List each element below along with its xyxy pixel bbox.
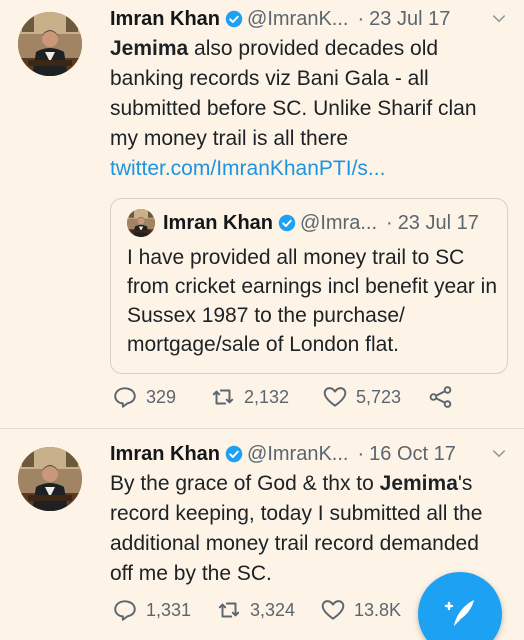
author-name[interactable]: Imran Khan: [110, 8, 220, 31]
like-count: 5,723: [356, 386, 402, 407]
tweet-text: Jemima also provided decades old banking…: [110, 34, 500, 184]
like-button[interactable]: 13.8K: [320, 597, 401, 623]
reply-count: 329: [146, 386, 177, 407]
author-name[interactable]: Imran Khan: [110, 443, 220, 466]
quoted-avatar-image: [127, 209, 155, 237]
verified-badge-icon: [278, 214, 296, 232]
mention-bold: Jemima: [379, 472, 458, 495]
reply-count: 1,331: [146, 599, 192, 620]
quoted-avatar: [127, 209, 155, 237]
mention-bold: Jemima: [110, 37, 189, 60]
quoted-tweet-text: I have provided all money trail to SC fr…: [127, 246, 497, 356]
separator-dot: ·: [357, 7, 365, 30]
tweet-header: Imran Khan @ImranK... · 16 Oct 17: [110, 441, 508, 467]
reply-button[interactable]: 1,331: [112, 597, 216, 623]
tweet-content: Imran Khan @ImranK... · 16 Oct 17 By the…: [110, 441, 508, 589]
heart-icon: [323, 387, 347, 407]
avatar-image: [18, 447, 82, 511]
quoted-tweet-header: Imran Khan @Imra... · 23 Jul 17: [127, 209, 479, 237]
avatar[interactable]: [18, 447, 82, 511]
share-button[interactable]: [428, 384, 462, 410]
quoted-tweet-date: 23 Jul 17: [397, 211, 479, 234]
verified-badge-icon: [225, 445, 243, 463]
tweet-date[interactable]: 16 Oct 17: [369, 443, 456, 466]
tweet-link[interactable]: twitter.com/ImranKhanPTI/s...: [110, 157, 385, 180]
author-handle[interactable]: @ImranK...: [247, 8, 348, 31]
avatar-image: [18, 12, 82, 76]
retweet-icon: [218, 602, 240, 618]
reply-button[interactable]: 329: [112, 384, 210, 410]
verified-badge-icon: [225, 10, 243, 28]
reply-icon: [114, 387, 136, 408]
compose-tweet-icon: [444, 600, 474, 626]
retweet-count: 2,132: [244, 386, 290, 407]
tweet-actions: 329 2,132 5,723: [112, 384, 462, 410]
retweet-button[interactable]: 3,324: [216, 597, 320, 623]
tweet-actions: 1,331 3,324 13.8K: [112, 597, 401, 623]
retweet-icon: [212, 389, 234, 405]
like-count: 13.8K: [354, 599, 402, 620]
retweet-count: 3,324: [250, 599, 296, 620]
quoted-tweet[interactable]: Imran Khan @Imra... · 23 Jul 17 I have p…: [110, 198, 508, 374]
chevron-down-icon[interactable]: [490, 10, 508, 28]
retweet-button[interactable]: 2,132: [210, 384, 322, 410]
like-button[interactable]: 5,723: [322, 384, 428, 410]
avatar[interactable]: [18, 12, 82, 76]
tweet-header: Imran Khan @ImranK... · 23 Jul 17: [110, 6, 508, 32]
heart-icon: [321, 600, 345, 620]
tweet-date[interactable]: 23 Jul 17: [369, 8, 450, 31]
reply-icon: [114, 600, 136, 621]
chevron-down-icon[interactable]: [490, 445, 508, 463]
quoted-author-name: Imran Khan: [163, 211, 274, 234]
separator-dot: ·: [386, 211, 393, 234]
author-handle[interactable]: @ImranK...: [247, 443, 348, 466]
tweet-text-start: By the grace of God & thx to: [110, 472, 380, 495]
separator-dot: ·: [357, 442, 365, 465]
tweet-1[interactable]: Imran Khan @ImranK... · 23 Jul 17 Jemima…: [0, 0, 524, 428]
tweet-text: By the grace of God & thx to Jemima's re…: [110, 469, 500, 589]
quoted-author-handle: @Imra...: [300, 211, 378, 234]
share-icon: [429, 386, 452, 408]
tweet-content: Imran Khan @ImranK... · 23 Jul 17 Jemima…: [110, 6, 508, 374]
